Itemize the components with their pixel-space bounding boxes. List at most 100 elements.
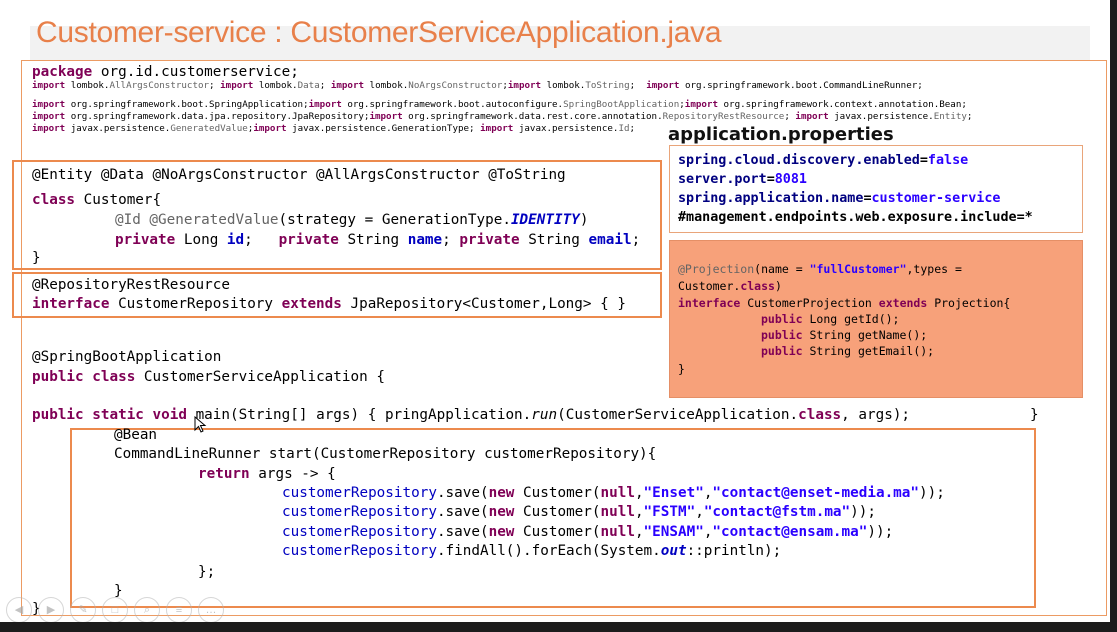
fields-line: private Long id; private String name; pr… [115, 233, 640, 247]
public-keyword: public [761, 344, 803, 358]
customer-ctor: Customer( [514, 485, 601, 501]
import-path: javax.persistence.GenerationType; [286, 123, 481, 134]
new-keyword: new [488, 524, 515, 540]
zoom-icon[interactable]: ⌕ [134, 597, 160, 622]
strategy-text: (strategy = GenerationType. [278, 212, 511, 228]
import-path: ; [209, 80, 221, 91]
projection-method: public String getEmail(); [761, 344, 934, 358]
import-keyword: import [480, 123, 514, 134]
property-key: server.port [678, 172, 767, 187]
entity-annotations: @Entity @Data @NoArgsConstructor @AllArg… [32, 167, 566, 183]
projection-iface-name: CustomerProjection [740, 296, 879, 310]
import-path: lombok. [253, 80, 298, 91]
id-line: @Id @GeneratedValue(strategy = Generatio… [115, 213, 588, 227]
projection-types: ,types = [906, 262, 962, 276]
mouse-cursor-icon [194, 416, 207, 433]
comma: , [634, 504, 644, 520]
save-call: .save( [436, 504, 489, 520]
repository-rest: JpaRepository<Customer,Long> { } [341, 296, 626, 312]
import-annotation-name: Data [297, 80, 320, 91]
method-return-type: Long [802, 312, 845, 326]
null-keyword: null [600, 485, 635, 501]
import-line: import org.springframework.data.jpa.repo… [32, 112, 972, 121]
private-keyword: private [115, 232, 176, 248]
main-close-brace: } [1030, 407, 1039, 423]
property-equals: = [863, 191, 872, 206]
sep: ; [631, 232, 641, 248]
projection-name-value: "fullCustomer" [809, 262, 907, 276]
import-path: ; [629, 123, 636, 134]
string-type: String [519, 232, 589, 248]
app-class-name: CustomerServiceApplication { [135, 369, 385, 385]
property-line: spring.cloud.discovery.enabled=false [678, 154, 968, 167]
customer-email-string: "contact@ensam.ma" [712, 524, 868, 540]
repo-var: customerRepository [282, 485, 437, 501]
import-path: org.springframework.context.annotation.B… [717, 99, 967, 110]
string-type: String [338, 232, 408, 248]
lambda: args -> { [249, 466, 336, 482]
slide: Customer-service : CustomerServiceApplic… [0, 0, 1110, 622]
property-value: customer-service [871, 191, 1001, 206]
identity-constant: IDENTITY [510, 212, 580, 228]
import-path: javax.persistence. [828, 111, 934, 122]
pen-icon[interactable]: ✎ [70, 597, 96, 622]
class-decl: class Customer{ [32, 193, 161, 207]
import-line: import javax.persistence. GeneratedValue;… [32, 124, 635, 133]
prev-icon[interactable]: ◀ [6, 597, 32, 622]
customer-name-string: "Enset" [643, 485, 704, 501]
repository-name: CustomerRepository [109, 296, 282, 312]
menu-icon[interactable]: ≡ [166, 597, 192, 622]
import-annotation-name: Entity [933, 111, 967, 122]
close-paren: )); [850, 504, 876, 520]
import-keyword: import [330, 80, 365, 91]
public-keyword: public [761, 328, 803, 342]
import-keyword: import [32, 80, 66, 91]
class-name: Customer{ [75, 192, 162, 208]
null-keyword: null [600, 504, 635, 520]
import-path: org.springframework.boot.SpringApplicati… [65, 99, 309, 110]
sep: ; [442, 232, 460, 248]
runner-signature: CommandLineRunner start(CustomerReposito… [114, 446, 657, 462]
run-method: run [531, 407, 558, 423]
import-path: org.springframework.boot.CommandLineRunn… [679, 80, 923, 91]
public-keyword: public [761, 312, 803, 326]
comma: , [695, 504, 704, 520]
projection-close: } [678, 362, 685, 376]
method-name: getId(); [844, 312, 900, 326]
interface-keyword: interface [678, 296, 741, 310]
property-value: 8081 [774, 172, 807, 187]
save-line: customerRepository.save(new Customer(nul… [282, 505, 876, 519]
println: ::println); [686, 543, 782, 559]
public-keyword: public [32, 407, 84, 423]
save-line: customerRepository.save(new Customer(nul… [282, 525, 893, 539]
private-keyword: private [278, 232, 339, 248]
import-keyword: import [253, 123, 287, 134]
slides-icon[interactable]: □ [102, 597, 128, 622]
field-name: name [407, 232, 443, 248]
properties-title: application.properties [668, 124, 894, 145]
bean-annotation: @Bean [114, 427, 158, 443]
import-path: ; [966, 111, 973, 122]
property-equals: = [919, 153, 928, 168]
import-keyword: import [220, 80, 254, 91]
import-path: ; [319, 80, 331, 91]
property-key: spring.cloud.discovery.enabled [678, 153, 920, 168]
projection-annotation: @Projection [678, 262, 755, 276]
projection-interface-decl: interface CustomerProjection extends Pro… [678, 296, 1010, 310]
class-keyword: class [740, 279, 775, 293]
static-keyword: static [92, 407, 144, 423]
projection-annotation-line: @Projection(name = "fullCustomer",types … [678, 262, 962, 276]
more-icon[interactable]: … [198, 597, 224, 622]
main-method: public static void main(String[] args) {… [32, 408, 910, 422]
findall-call: .findAll().forEach(System. [436, 543, 661, 559]
import-path: ; [629, 80, 647, 91]
customer-name-string: "ENSAM" [643, 524, 704, 540]
package-name: org.id.customerservice; [92, 64, 299, 80]
import-path: javax.persistence. [513, 123, 619, 134]
import-path: org.springframework.data.rest.core.annot… [402, 111, 663, 122]
springboot-annotation: @SpringBootApplication [32, 349, 222, 365]
package-line: package org.id.customerservice; [32, 65, 299, 79]
import-annotation-name: GeneratedValue [170, 123, 248, 134]
play-icon[interactable]: ▶ [38, 597, 64, 622]
projection-method: public Long getId(); [761, 312, 900, 326]
